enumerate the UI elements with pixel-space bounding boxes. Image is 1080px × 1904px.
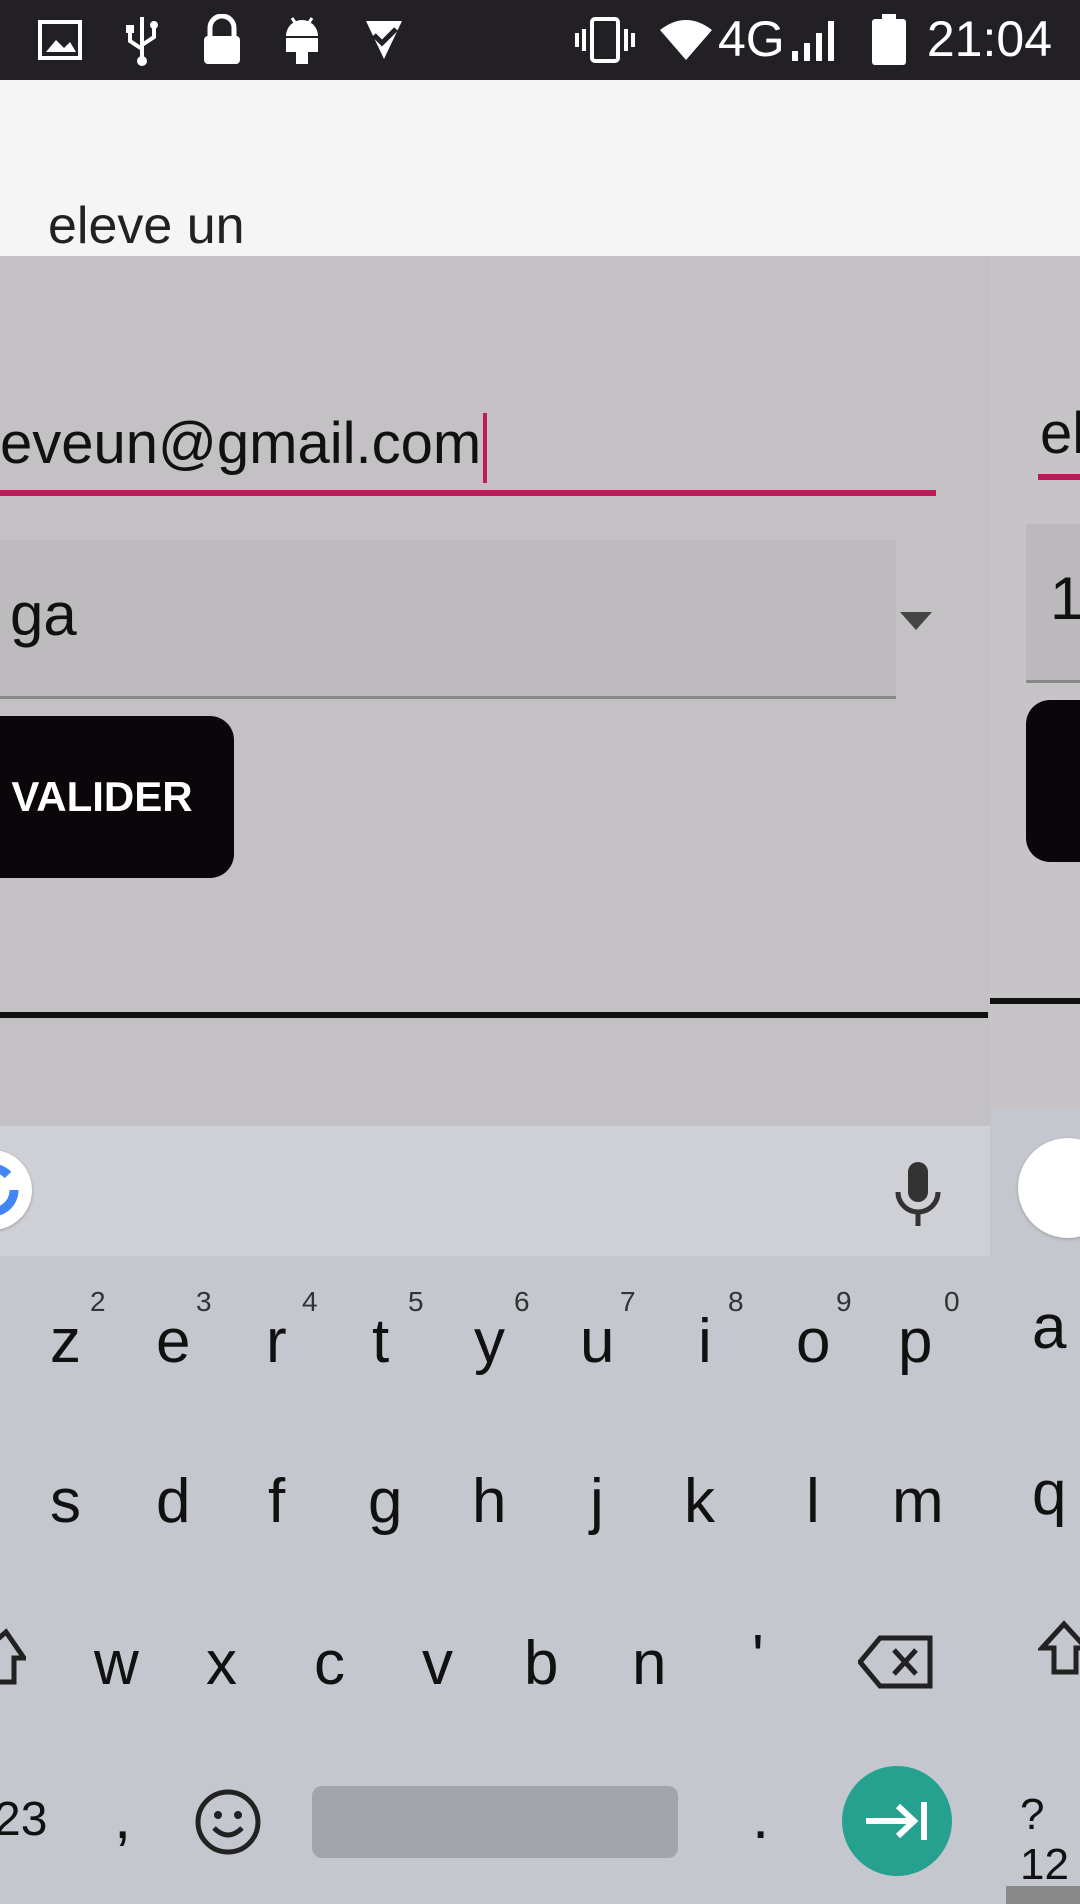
key-p[interactable]: p	[898, 1306, 932, 1377]
key-hint: 4	[302, 1286, 318, 1317]
ghost-select-value: 1	[1050, 565, 1080, 632]
network-type: 4G	[718, 11, 785, 67]
key-c[interactable]: c	[314, 1628, 345, 1699]
key-u[interactable]: u	[580, 1306, 614, 1377]
image-icon	[38, 14, 82, 66]
check-icon	[362, 14, 406, 66]
emoji-icon[interactable]	[194, 1788, 262, 1861]
period-key[interactable]: .	[752, 1782, 769, 1853]
keyboard-toolbar	[0, 1126, 990, 1256]
ghost-key-a: a	[1032, 1293, 1067, 1362]
wifi-icon	[658, 14, 714, 66]
key-y[interactable]: y	[474, 1306, 505, 1377]
key-l[interactable]: l	[806, 1466, 820, 1537]
key-j[interactable]: j	[590, 1466, 604, 1537]
valider-button[interactable]: VALIDER	[0, 716, 234, 878]
key-g[interactable]: g	[368, 1466, 402, 1537]
ghost-divider	[990, 998, 1080, 1004]
key-b[interactable]: b	[524, 1628, 558, 1699]
key-h[interactable]: h	[472, 1466, 506, 1537]
ghost-email-text: el	[1040, 401, 1080, 466]
ghost-numbers-key: ?12	[1020, 1790, 1069, 1889]
key-hint: 5	[408, 1286, 424, 1317]
key-hint: 7	[620, 1286, 636, 1317]
usb-icon	[122, 14, 162, 66]
ghost-button	[1026, 700, 1080, 862]
vibrate-icon	[574, 14, 636, 66]
key-x[interactable]: x	[206, 1628, 237, 1699]
key-k[interactable]: k	[684, 1466, 715, 1537]
key-v[interactable]: v	[422, 1628, 453, 1699]
email-field[interactable]: eveun@gmail.com	[0, 410, 488, 483]
key-t[interactable]: t	[372, 1306, 389, 1377]
numbers-key[interactable]: 23	[0, 1792, 47, 1847]
key-w[interactable]: w	[94, 1628, 139, 1699]
key-hint: 3	[196, 1286, 212, 1317]
key-hint: 6	[514, 1286, 530, 1317]
lock-icon	[200, 14, 244, 66]
key-f[interactable]: f	[268, 1466, 285, 1537]
key-e[interactable]: e	[156, 1306, 190, 1377]
dropdown-arrow-icon[interactable]	[900, 612, 932, 630]
ghost-select: 1	[1026, 524, 1080, 683]
status-bar: 4G 21:04	[0, 0, 1080, 80]
class-select[interactable]: ga	[0, 540, 896, 699]
key-n[interactable]: n	[632, 1628, 666, 1699]
name-field[interactable]: eleve un	[48, 196, 245, 256]
battery-icon	[872, 14, 906, 66]
email-field-underline	[0, 490, 936, 496]
key-hint: 8	[728, 1286, 744, 1317]
ghost-key-q: q	[1032, 1459, 1067, 1528]
key-hint: 0	[944, 1286, 960, 1317]
key-i[interactable]: i	[698, 1306, 712, 1377]
signal-icon	[790, 14, 836, 66]
ghost-shift-icon	[1036, 1620, 1080, 1693]
ghost-email-underline	[1038, 474, 1080, 480]
select-value: ga	[10, 581, 77, 648]
space-bar[interactable]	[312, 1786, 678, 1858]
email-value: eveun@gmail.com	[0, 411, 482, 476]
key-d[interactable]: d	[156, 1466, 190, 1537]
key-r[interactable]: r	[266, 1306, 287, 1377]
shift-icon[interactable]	[0, 1628, 29, 1703]
key-hint: 9	[836, 1286, 852, 1317]
key-z[interactable]: z	[50, 1306, 81, 1377]
key-o[interactable]: o	[796, 1306, 830, 1377]
enter-key[interactable]	[842, 1766, 952, 1876]
android-icon	[282, 14, 322, 66]
backspace-icon[interactable]	[856, 1634, 934, 1695]
nav-bar-fragment	[1006, 1886, 1080, 1904]
microphone-icon[interactable]	[892, 1160, 944, 1237]
key-hint: 2	[90, 1286, 106, 1317]
text-cursor	[483, 412, 488, 483]
key-apostrophe[interactable]: '	[752, 1622, 764, 1693]
comma-key[interactable]: ,	[114, 1782, 131, 1853]
key-m[interactable]: m	[892, 1466, 944, 1537]
key-s[interactable]: s	[50, 1466, 81, 1537]
clock: 21:04	[926, 11, 1052, 67]
divider	[0, 1012, 988, 1018]
